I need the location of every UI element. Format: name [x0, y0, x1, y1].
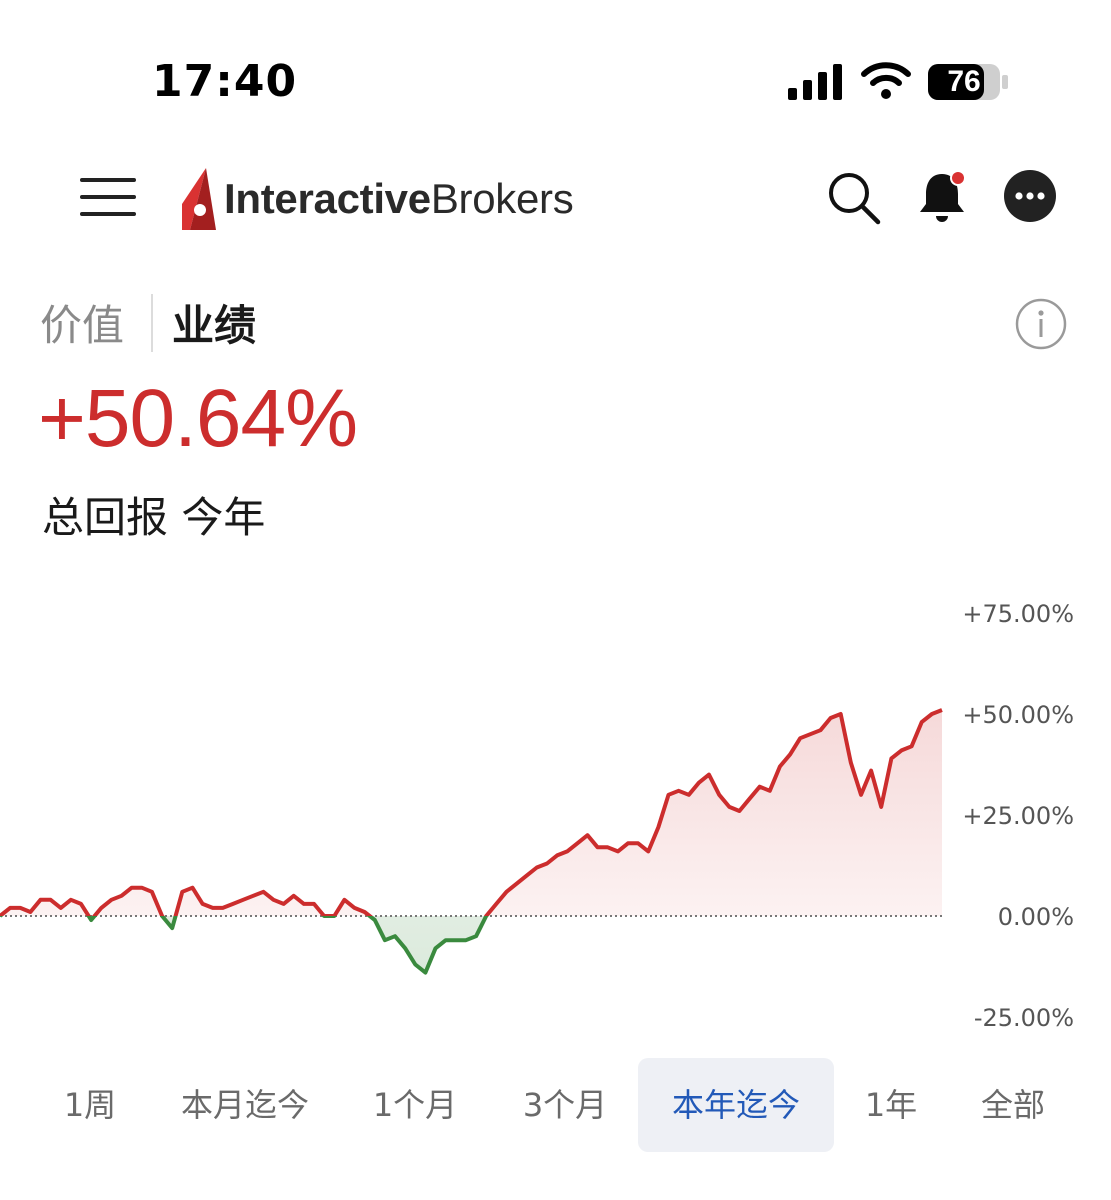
- battery-level: 76: [947, 65, 981, 98]
- tab-value[interactable]: 价值: [40, 292, 124, 353]
- ib-logo-icon: [182, 168, 216, 230]
- time-range-selector: 1周 本月迄今 1个月 3个月 本年迄今 1年 全部: [0, 1058, 1111, 1154]
- y-tick-label: +25.00%: [962, 802, 1074, 830]
- brand-logo: InteractiveBrokers: [176, 166, 574, 232]
- info-icon[interactable]: [1014, 297, 1068, 351]
- cellular-signal-icon: [788, 64, 842, 100]
- y-tick-label: +50.00%: [962, 701, 1074, 729]
- tab-divider: [151, 294, 153, 352]
- total-return-label: 总回报 今年: [42, 493, 266, 542]
- range-1y[interactable]: 1年: [846, 1058, 936, 1152]
- range-ytd[interactable]: 本年迄今: [638, 1058, 834, 1152]
- brand-name-light: Brokers: [430, 175, 574, 222]
- performance-chart: +75.00% +50.00% +25.00% 0.00% -25.00%: [0, 600, 1074, 1032]
- range-3m[interactable]: 3个月: [500, 1058, 630, 1152]
- brand-name-bold: Interactive: [224, 175, 431, 222]
- brand-name: InteractiveBrokers: [224, 175, 574, 223]
- status-time: 17:40: [152, 56, 298, 107]
- search-icon[interactable]: [826, 170, 882, 226]
- range-all[interactable]: 全部: [956, 1058, 1070, 1152]
- total-return-value: +50.64%: [38, 373, 358, 464]
- menu-icon[interactable]: [80, 178, 136, 216]
- y-tick-label: -25.00%: [974, 1004, 1074, 1032]
- y-tick-label: 0.00%: [998, 903, 1074, 931]
- wifi-icon: [861, 62, 911, 99]
- range-1m[interactable]: 1个月: [350, 1058, 480, 1152]
- range-mtd[interactable]: 本月迄今: [160, 1058, 330, 1152]
- notification-bell-icon[interactable]: [916, 166, 972, 226]
- more-options-icon[interactable]: [1004, 170, 1056, 222]
- range-1w[interactable]: 1周: [40, 1058, 140, 1152]
- y-tick-label: +75.00%: [962, 600, 1074, 628]
- tab-performance[interactable]: 业绩: [172, 292, 256, 353]
- battery-indicator: 76: [928, 62, 1010, 102]
